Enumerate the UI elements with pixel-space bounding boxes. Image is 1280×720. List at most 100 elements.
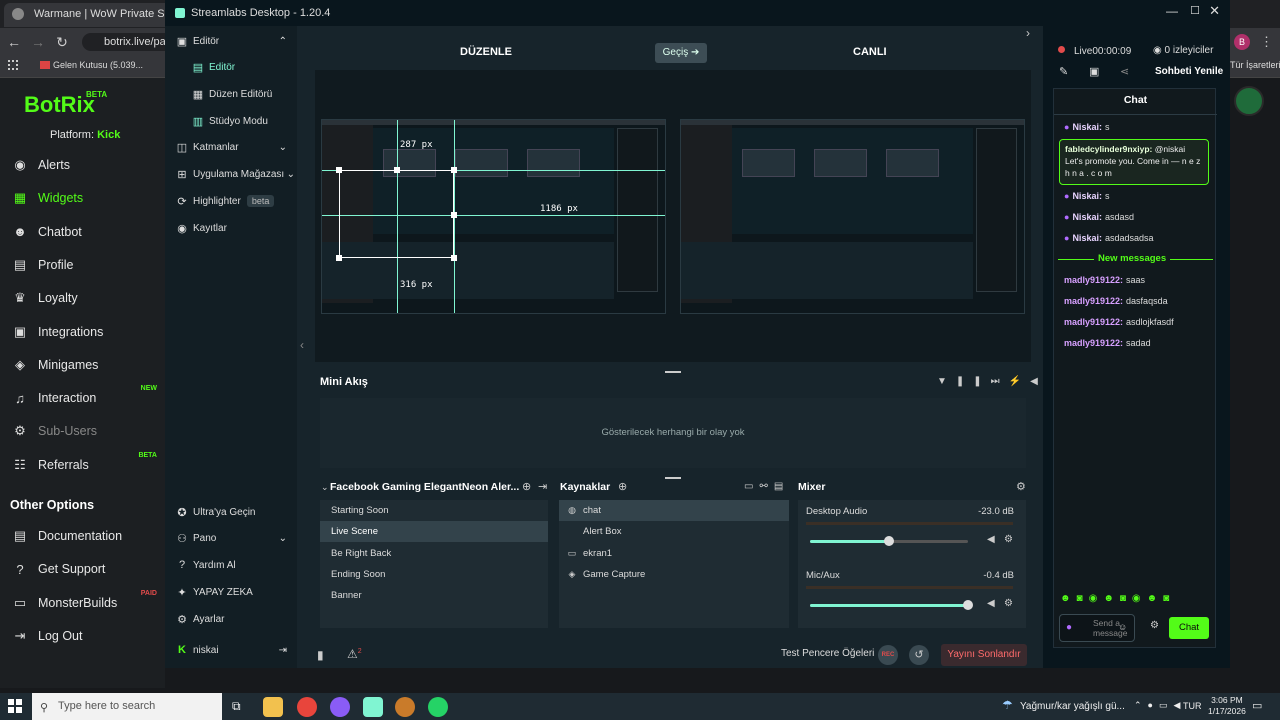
botrix-other-log-out[interactable]: ⇥ Log Out bbox=[0, 621, 165, 651]
botrix-nav-profile[interactable]: ▤ Profile bbox=[0, 250, 165, 280]
source-item[interactable]: Alert Box bbox=[559, 521, 789, 542]
avatar[interactable] bbox=[1234, 86, 1264, 116]
nav-layers[interactable]: ◫ Katmanlar ⌄ bbox=[165, 134, 297, 160]
resize-handle[interactable] bbox=[336, 167, 342, 173]
resize-grip[interactable] bbox=[665, 477, 681, 479]
task-view-icon[interactable]: ⧉ bbox=[232, 699, 241, 714]
end-stream-button[interactable]: Yayını Sonlandır bbox=[941, 644, 1027, 666]
emote-icon[interactable]: ☻ bbox=[1147, 593, 1164, 604]
chat-settings-icon[interactable]: ⚙ bbox=[1150, 620, 1159, 631]
nav-ai[interactable]: ✦ YAPAY ZEKA bbox=[165, 579, 297, 605]
scene-item[interactable]: Starting Soon bbox=[320, 500, 548, 521]
source-display-icon[interactable]: ▭ bbox=[744, 481, 759, 492]
nav-dashboard[interactable]: ⚇ Pano ⌄ bbox=[165, 525, 297, 551]
add-source-icon[interactable]: ⊕ bbox=[618, 480, 627, 493]
weather-text[interactable]: Yağmur/kar yağışlı gü... bbox=[1020, 701, 1125, 712]
apps-icon[interactable] bbox=[8, 60, 18, 70]
add-scene-icon[interactable]: ⊕ bbox=[522, 480, 531, 493]
nav-ultra[interactable]: ✪ Ultra'ya Geçin bbox=[165, 499, 297, 525]
botrix-other-documentation[interactable]: ▤ Documentation bbox=[0, 521, 165, 551]
nav-help[interactable]: ? Yardım Al bbox=[165, 552, 297, 578]
chevron-up-icon[interactable]: ⌃ bbox=[1134, 700, 1148, 710]
close-button[interactable]: ✕ bbox=[1209, 3, 1220, 19]
volume-icon[interactable]: ◀ bbox=[987, 598, 995, 609]
nav-app-store[interactable]: ⊞ Uygulama Mağazası ⌄ bbox=[165, 161, 297, 187]
botrix-nav-referrals[interactable]: ☷ Referrals BETA bbox=[0, 450, 165, 480]
clock[interactable]: 3:06 PM 1/17/2026 bbox=[1208, 695, 1246, 717]
scene-item[interactable]: Ending Soon bbox=[320, 564, 548, 585]
edit-preview[interactable]: 287 px 1186 px 316 px bbox=[321, 119, 666, 314]
scene-transitions-icon[interactable]: ⇥ bbox=[538, 480, 547, 493]
replay-buffer-icon[interactable]: ↺ bbox=[909, 645, 929, 665]
bookmark-gmail[interactable]: Gelen Kutusu (5.039... bbox=[53, 60, 143, 70]
source-link-icon[interactable]: ⚯ bbox=[759, 481, 773, 492]
browser-profile-avatar[interactable]: B bbox=[1234, 34, 1250, 50]
emoji-icon[interactable]: ☺ bbox=[1118, 622, 1127, 632]
chrome-icon[interactable] bbox=[297, 697, 317, 717]
resize-handle[interactable] bbox=[451, 167, 457, 173]
windows-start-icon[interactable] bbox=[8, 699, 22, 713]
app-taskbar-icon[interactable] bbox=[395, 697, 415, 717]
botrix-nav-minigames[interactable]: ◈ Minigames bbox=[0, 350, 165, 380]
volume-slider-knob[interactable] bbox=[963, 600, 973, 610]
scene-item[interactable]: Banner bbox=[320, 585, 548, 606]
nav-editor-group[interactable]: ▣ Editör ⌃ bbox=[165, 28, 297, 54]
mixer-settings-icon[interactable]: ⚙ bbox=[1016, 480, 1026, 493]
source-item[interactable]: ▭ ekran1 bbox=[559, 543, 789, 564]
source-item[interactable]: ◍ chat bbox=[559, 500, 789, 521]
source-item[interactable]: ◈ Game Capture bbox=[559, 564, 789, 585]
reload-icon[interactable]: ↻ bbox=[54, 34, 70, 50]
browser-tab[interactable]: Warmane | WoW Private Server bbox=[4, 3, 174, 27]
maximize-button[interactable]: ☐ bbox=[1190, 4, 1200, 17]
file-explorer-icon[interactable] bbox=[263, 697, 283, 717]
nav-recordings[interactable]: ◉ Kayıtlar bbox=[165, 215, 297, 241]
chevron-down-icon[interactable]: ⌄ bbox=[321, 482, 329, 493]
resize-handle[interactable] bbox=[394, 167, 400, 173]
gear-icon[interactable]: ⚙ bbox=[1004, 534, 1013, 545]
botrix-nav-widgets[interactable]: ▦ Widgets bbox=[0, 183, 165, 213]
language-indicator[interactable]: TUR bbox=[1183, 701, 1202, 711]
gear-icon[interactable]: ⚙ bbox=[1004, 598, 1013, 609]
share-icon[interactable]: ⋖ bbox=[1120, 65, 1129, 78]
emote-icon[interactable]: ◙ bbox=[1120, 593, 1132, 604]
botrix-nav-loyalty[interactable]: ♛ Loyalty bbox=[0, 283, 165, 313]
edit-icon[interactable]: ✎ bbox=[1059, 65, 1068, 78]
send-chat-button[interactable]: Chat bbox=[1169, 617, 1209, 639]
botrix-other-get-support[interactable]: ? Get Support bbox=[0, 554, 165, 584]
botrix-nav-interaction[interactable]: ♫ Interaction NEW bbox=[0, 383, 165, 413]
discord-icon[interactable] bbox=[330, 697, 350, 717]
transition-button[interactable]: Geçiş ➔ bbox=[655, 43, 707, 63]
streamlabs-taskbar-icon[interactable] bbox=[363, 697, 383, 717]
scene-item[interactable]: Live Scene bbox=[320, 521, 548, 543]
skip-icon[interactable]: ⏭ bbox=[991, 376, 1009, 387]
taskbar-search[interactable]: Type here to search bbox=[32, 693, 222, 720]
botrix-nav-sub-users[interactable]: ⚙ Sub-Users bbox=[0, 416, 165, 446]
logout-icon[interactable]: ⇥ bbox=[279, 645, 287, 656]
selection-box[interactable] bbox=[339, 170, 454, 258]
forward-icon[interactable]: → bbox=[30, 34, 46, 50]
botrix-other-monsterbuilds[interactable]: ▭ MonsterBuilds PAID bbox=[0, 588, 165, 618]
volume-slider-knob[interactable] bbox=[884, 536, 894, 546]
resize-handle[interactable] bbox=[451, 255, 457, 261]
stats-icon[interactable]: ▮ bbox=[317, 648, 324, 662]
scene-collection-title[interactable]: Facebook Gaming ElegantNeon Aler... bbox=[330, 481, 519, 493]
emote-icon[interactable]: ☻ bbox=[1103, 593, 1120, 604]
botrix-nav-integrations[interactable]: ▣ Integrations bbox=[0, 317, 165, 347]
resize-grip[interactable] bbox=[665, 371, 681, 373]
back-icon[interactable]: ← bbox=[6, 34, 22, 50]
notifications-icon[interactable]: ▭ bbox=[1252, 699, 1262, 712]
resize-handle[interactable] bbox=[451, 212, 457, 218]
refresh-chat-button[interactable]: Sohbeti Yenile bbox=[1155, 66, 1223, 77]
browser-menu-icon[interactable]: ⋮ bbox=[1260, 34, 1273, 50]
emote-icon[interactable]: ☻ bbox=[1060, 593, 1077, 604]
scene-item[interactable]: Be Right Back bbox=[320, 543, 548, 564]
rec-button[interactable]: REC bbox=[878, 645, 898, 665]
alert-icon[interactable]: ⚠2 bbox=[347, 647, 362, 661]
mic-icon[interactable]: ● bbox=[1148, 700, 1159, 710]
minimize-button[interactable]: — bbox=[1166, 4, 1178, 18]
emote-icon[interactable]: ◉ bbox=[1089, 593, 1104, 604]
botrix-nav-chatbot[interactable]: ☻ Chatbot bbox=[0, 217, 165, 247]
botrix-logo[interactable]: BotRix bbox=[24, 92, 95, 118]
emote-icon[interactable]: ◙ bbox=[1163, 593, 1175, 604]
nav-settings[interactable]: ⚙ Ayarlar bbox=[165, 606, 297, 632]
